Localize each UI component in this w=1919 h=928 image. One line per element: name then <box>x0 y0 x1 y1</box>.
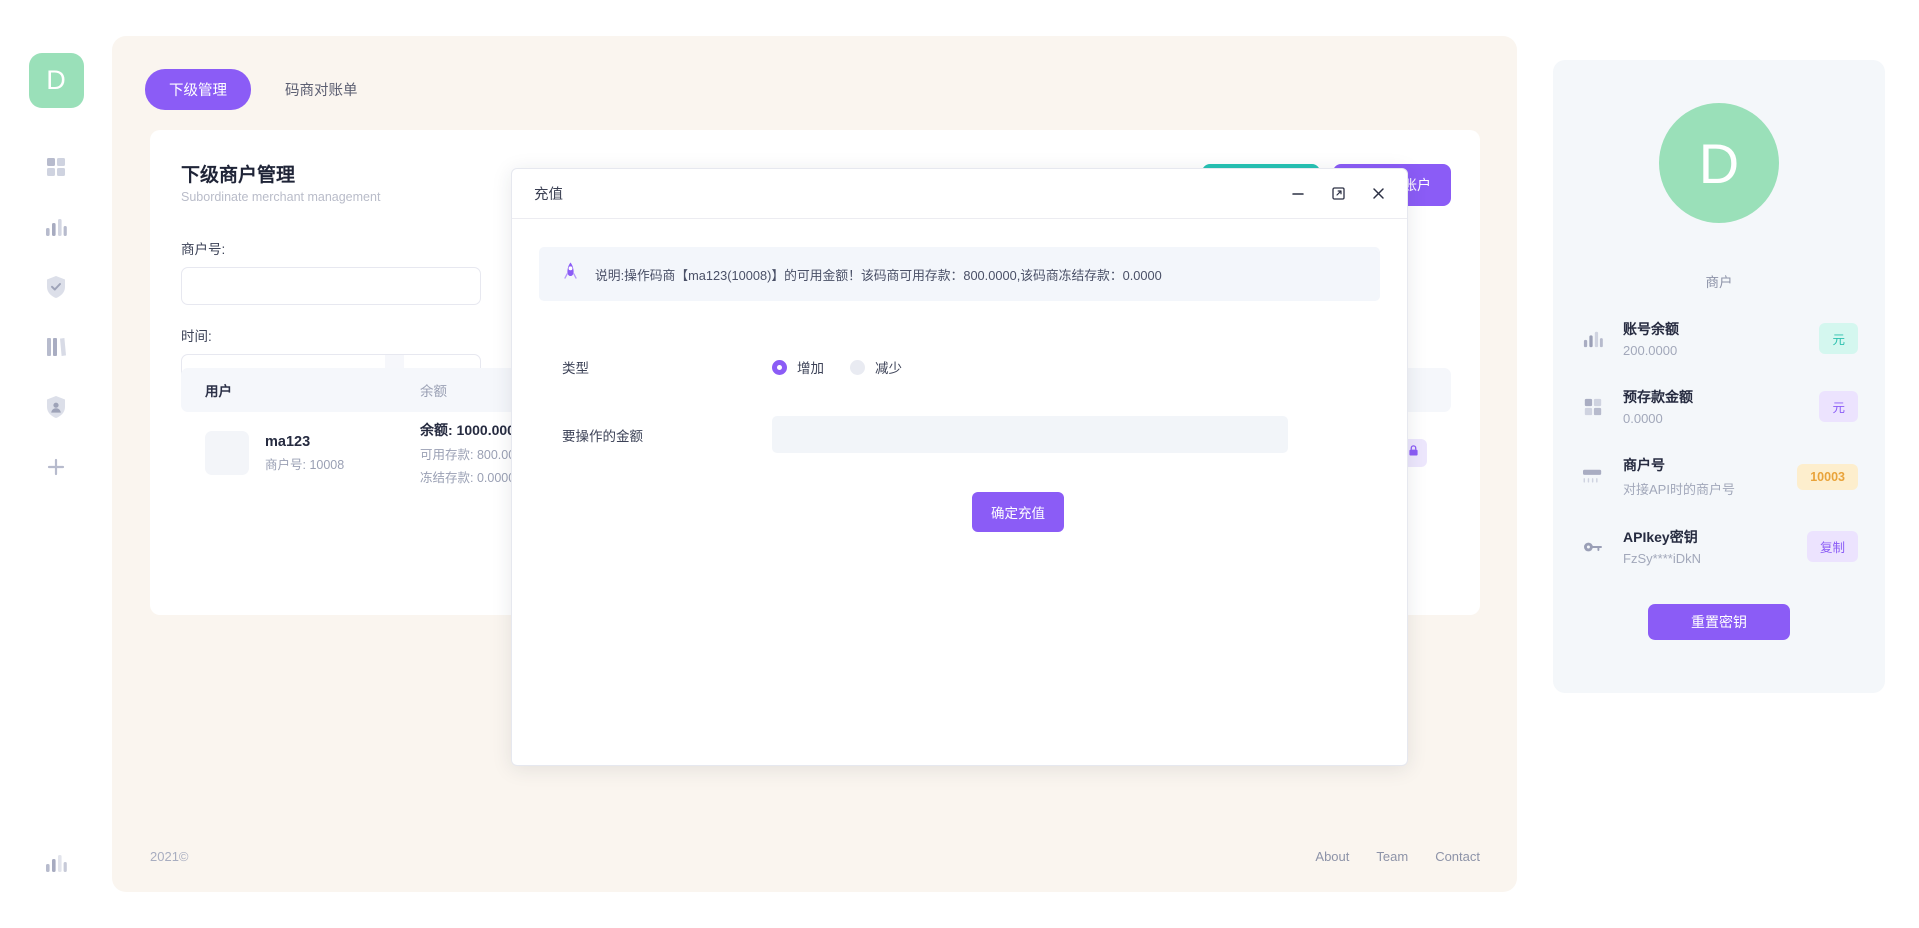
sidebar-bottom <box>0 850 112 880</box>
sidebar-item-accounts[interactable] <box>41 394 71 424</box>
bar-chart-icon <box>44 852 68 879</box>
footer-link-contact[interactable]: Contact <box>1435 849 1480 864</box>
user-name: ma123 <box>265 434 344 450</box>
info-value: FzSy****iDkN <box>1623 551 1790 566</box>
app-root: D <box>0 0 1919 928</box>
sidebar-item-records[interactable] <box>41 334 71 364</box>
modal-title-bar: 充值 <box>512 169 1407 219</box>
info-row-apikey: APIkey密钥 FzSy****iDkN 复制 <box>1580 527 1858 566</box>
info-value: 0.0000 <box>1623 411 1802 426</box>
brand-initial: D <box>46 65 66 96</box>
radio-dot <box>772 360 787 375</box>
form-row-amount: 要操作的金额 <box>562 416 1357 453</box>
radio-increase[interactable]: 增加 <box>772 357 824 377</box>
info-text: APIkey密钥 FzSy****iDkN <box>1623 527 1790 566</box>
type-radio-group: 增加 减少 <box>772 357 902 377</box>
footer: 2021© About Team Contact <box>150 849 1480 864</box>
column-header-user: 用户 <box>205 380 420 400</box>
type-label: 类型 <box>562 357 772 377</box>
shield-check-icon <box>45 275 67 304</box>
reset-key-button[interactable]: 重置密钥 <box>1648 604 1790 640</box>
currency-badge: 元 <box>1819 323 1858 354</box>
radio-label: 减少 <box>875 357 902 377</box>
filter-merchant: 商户号: <box>181 238 481 305</box>
close-icon[interactable] <box>1367 183 1389 205</box>
radio-dot <box>850 360 865 375</box>
sidebar-item-dashboard[interactable] <box>41 154 71 184</box>
bar-chart-icon <box>1580 326 1606 352</box>
info-rocket-icon <box>561 261 580 288</box>
amount-label: 要操作的金额 <box>562 425 772 445</box>
left-sidebar: D <box>0 0 112 928</box>
footer-link-about[interactable]: About <box>1315 849 1349 864</box>
sidebar-item-analytics[interactable] <box>41 850 71 880</box>
merchant-info-panel: D 商户 账号余额 200.0000 元 预存款金额 0.0 <box>1553 60 1885 693</box>
merchant-info-list: 账号余额 200.0000 元 预存款金额 0.0000 元 <box>1553 319 1885 566</box>
tab-subordinate-management[interactable]: 下级管理 <box>145 69 251 110</box>
info-title: 预存款金额 <box>1623 387 1802 407</box>
avatar <box>205 431 249 475</box>
footer-link-team[interactable]: Team <box>1376 849 1408 864</box>
brand-avatar[interactable]: D <box>29 53 84 108</box>
page-subtitle: Subordinate merchant management <box>181 190 380 204</box>
maximize-icon[interactable] <box>1327 183 1349 205</box>
info-text: 预存款金额 0.0000 <box>1623 387 1802 426</box>
time-label: 时间: <box>181 325 481 345</box>
sidebar-item-statistics[interactable] <box>41 214 71 244</box>
info-text: 商户号 对接API时的商户号 <box>1623 455 1780 498</box>
cell-user: ma123 商户号: 10008 <box>205 431 420 475</box>
minimize-icon[interactable] <box>1287 183 1309 205</box>
merchant-role: 商户 <box>1553 271 1885 291</box>
page-title: 下级商户管理 <box>181 160 295 187</box>
merchant-avatar: D <box>1659 103 1779 223</box>
modal-title: 充值 <box>534 183 563 204</box>
info-row-balance: 账号余额 200.0000 元 <box>1580 319 1858 358</box>
info-title: APIkey密钥 <box>1623 527 1790 547</box>
amount-input[interactable] <box>772 416 1288 453</box>
recharge-form: 类型 增加 减少 要操作的金额 确定充值 <box>512 357 1407 532</box>
info-value: 对接API时的商户号 <box>1623 479 1780 498</box>
bar-chart-icon <box>44 216 68 243</box>
recharge-modal: 充值 说明:操作码商【ma123(10008)】的可用金额！该码商可用存款：80… <box>511 168 1408 766</box>
radio-label: 增加 <box>797 357 824 377</box>
sidebar-item-verification[interactable] <box>41 274 71 304</box>
user-info: ma123 商户号: 10008 <box>265 434 344 473</box>
form-row-type: 类型 增加 减少 <box>562 357 1357 377</box>
info-row-merchant-id: 商户号 对接API时的商户号 10003 <box>1580 455 1858 498</box>
books-icon <box>45 335 67 364</box>
merchant-id-badge: 10003 <box>1797 464 1858 490</box>
radio-decrease[interactable]: 减少 <box>850 357 902 377</box>
copyright: 2021© <box>150 849 189 864</box>
merchant-input[interactable] <box>181 267 481 305</box>
footer-links: About Team Contact <box>1315 849 1480 864</box>
sidebar-nav <box>41 154 71 484</box>
info-title: 账号余额 <box>1623 319 1802 339</box>
merchant-avatar-initial: D <box>1699 131 1739 196</box>
shield-user-icon <box>45 395 67 424</box>
window-controls <box>1287 183 1389 205</box>
card-icon <box>1580 464 1606 490</box>
lock-icon <box>1407 444 1420 462</box>
currency-badge: 元 <box>1819 391 1858 422</box>
info-alert: 说明:操作码商【ma123(10008)】的可用金额！该码商可用存款：800.0… <box>539 247 1380 301</box>
tab-bar: 下级管理 码商对账单 <box>145 69 382 110</box>
alert-text: 说明:操作码商【ma123(10008)】的可用金额！该码商可用存款：800.0… <box>595 265 1162 284</box>
plus-icon <box>45 456 67 483</box>
info-title: 商户号 <box>1623 455 1780 475</box>
key-icon <box>1580 534 1606 560</box>
info-text: 账号余额 200.0000 <box>1623 319 1802 358</box>
sidebar-item-add[interactable] <box>41 454 71 484</box>
confirm-recharge-button[interactable]: 确定充值 <box>972 492 1064 532</box>
grid-icon <box>45 156 67 183</box>
grid-icon <box>1580 394 1606 420</box>
merchant-label: 商户号: <box>181 238 481 258</box>
copy-apikey-button[interactable]: 复制 <box>1807 531 1858 562</box>
info-row-prepaid: 预存款金额 0.0000 元 <box>1580 387 1858 426</box>
user-merchant-id: 商户号: 10008 <box>265 454 344 473</box>
tab-merchant-statement[interactable]: 码商对账单 <box>261 69 382 110</box>
info-value: 200.0000 <box>1623 343 1802 358</box>
